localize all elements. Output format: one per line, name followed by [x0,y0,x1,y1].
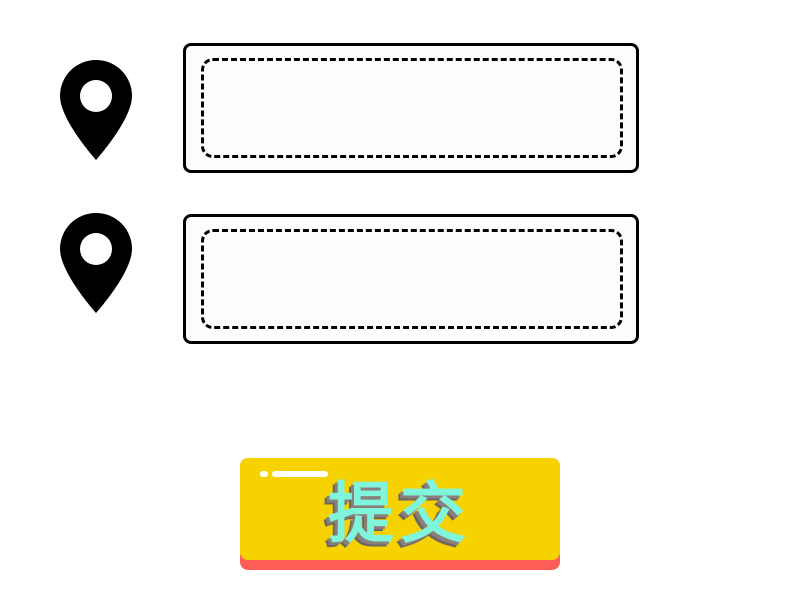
location-input-1-box[interactable] [183,43,639,173]
submit-button-label: 提交 [328,475,472,552]
location-input-2[interactable] [210,237,614,317]
location-input-1[interactable] [210,66,614,146]
location-input-2-box[interactable] [183,214,639,344]
location-pin-icon [60,60,132,160]
submit-button[interactable]: 提交 [240,458,560,570]
location-pin-icon [60,213,132,313]
location-form: 提交 [0,0,800,600]
